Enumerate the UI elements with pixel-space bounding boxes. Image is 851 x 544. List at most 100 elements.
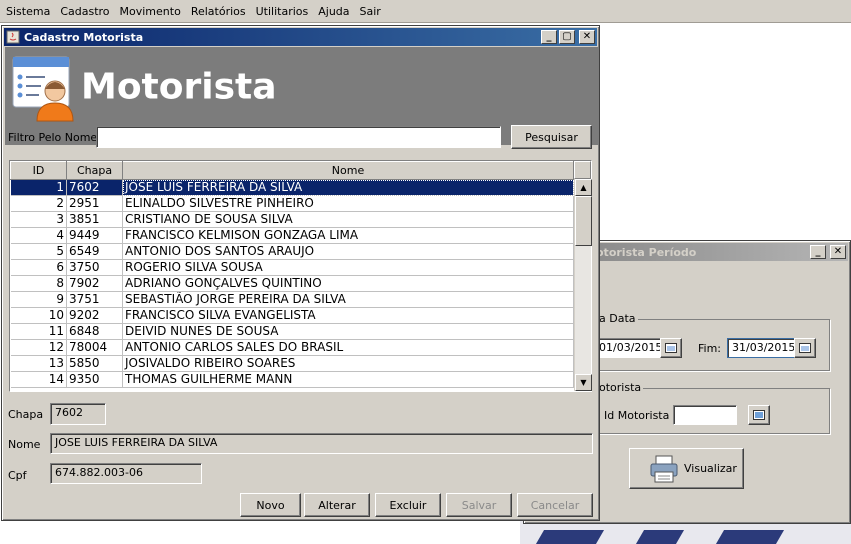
table-row[interactable]: 12 78004 ANTONIO CARLOS SALES DO BRASIL [10,339,574,356]
cell-nome[interactable]: ANTONIO DOS SANTOS ARAUJO [122,243,574,260]
menu-cadastro[interactable]: Cadastro [55,0,114,23]
menu-utilitarios[interactable]: Utilitarios [251,0,314,23]
excluir-button[interactable]: Excluir [375,493,441,517]
calendar-icon [665,343,677,353]
scroll-up-button[interactable]: ▲ [575,179,592,196]
table-row[interactable]: 2 2951 ELINALDO SILVESTRE PINHEIRO [10,195,574,212]
cell-id[interactable]: 5 [10,243,67,260]
cell-chapa[interactable]: 5850 [66,355,123,372]
cpf-field[interactable]: 674.882.003-06 [50,463,202,484]
cell-id[interactable]: 12 [10,339,67,356]
cell-chapa[interactable]: 3851 [66,211,123,228]
cell-nome[interactable]: ANTONIO CARLOS SALES DO BRASIL [122,339,574,356]
cell-chapa[interactable]: 78004 [66,339,123,356]
alterar-button[interactable]: Alterar [304,493,370,517]
cell-chapa[interactable]: 3751 [66,291,123,308]
visualizar-button[interactable]: Visualizar [629,448,744,489]
table-row[interactable]: 8 7902 ADRIANO GONÇALVES QUINTINO [10,275,574,292]
menu-movimento[interactable]: Movimento [115,0,186,23]
cell-id[interactable]: 9 [10,291,67,308]
cell-id[interactable]: 13 [10,355,67,372]
cell-id[interactable]: 2 [10,195,67,212]
cell-nome[interactable]: THOMAS GUILHERME MANN [122,371,574,388]
table-vertical-scrollbar[interactable]: ▲ ▼ [574,179,592,391]
menu-ajuda[interactable]: Ajuda [313,0,354,23]
chapa-field[interactable]: 7602 [50,403,106,425]
cadastro-motorista-titlebar[interactable]: Cadastro Motorista _ ▢ ✕ [4,28,597,46]
end-date-picker-button[interactable] [794,338,816,358]
table-row[interactable]: 9 3751 SEBASTIÃO JORGE PEREIRA DA SILVA [10,291,574,308]
filter-label: Filtro Pelo Nome [8,131,98,144]
start-date-field[interactable]: 01/03/2015 [596,338,662,358]
menu-relatorios[interactable]: Relatórios [186,0,251,23]
minimize-button[interactable]: _ [810,245,826,259]
page-title: Motorista [81,66,277,108]
cell-chapa[interactable]: 2951 [66,195,123,212]
cell-id[interactable]: 11 [10,323,67,340]
start-date-picker-button[interactable] [660,338,682,358]
cell-id[interactable]: 10 [10,307,67,324]
table-row[interactable]: 13 5850 JOSIVALDO RIBEIRO SOARES [10,355,574,372]
nome-field[interactable]: JOSE LUIS FERREIRA DA SILVA [50,433,593,454]
cell-nome[interactable]: JOSIVALDO RIBEIRO SOARES [122,355,574,372]
cell-nome[interactable]: ADRIANO GONÇALVES QUINTINO [122,275,574,292]
column-header-id[interactable]: ID [10,161,67,180]
menu-sair[interactable]: Sair [355,0,386,23]
cell-id[interactable]: 4 [10,227,67,244]
cell-nome[interactable]: FRANCISCO KELMISON GONZAGA LIMA [122,227,574,244]
cell-chapa[interactable]: 7602 [66,179,123,196]
table-row[interactable]: 5 6549 ANTONIO DOS SANTOS ARAUJO [10,243,574,260]
scroll-down-button[interactable]: ▼ [575,374,592,391]
menu-sistema[interactable]: Sistema [1,0,55,23]
table-row[interactable]: 4 9449 FRANCISCO KELMISON GONZAGA LIMA [10,227,574,244]
cell-nome[interactable]: FRANCISCO SILVA EVANGELISTA [122,307,574,324]
table-row[interactable]: 6 3750 ROGERIO SILVA SOUSA [10,259,574,276]
table-row[interactable]: 11 6848 DEIVID NUNES DE SOUSA [10,323,574,340]
close-button[interactable]: ✕ [830,245,846,259]
table-row[interactable]: 3 3851 CRISTIANO DE SOUSA SILVA [10,211,574,228]
end-date-field[interactable]: 31/03/2015 [727,338,795,358]
nome-label: Nome [8,438,41,451]
cell-id[interactable]: 6 [10,259,67,276]
table-row[interactable]: 14 9350 THOMAS GUILHERME MANN [10,371,574,388]
cell-nome[interactable]: JOSE LUIS FERREIRA DA SILVA [122,179,574,196]
salvar-button[interactable]: Salvar [446,493,512,517]
id-motorista-field[interactable] [673,405,737,425]
cell-id[interactable]: 8 [10,275,67,292]
table-row[interactable]: 10 9202 FRANCISCO SILVA EVANGELISTA [10,307,574,324]
cell-nome[interactable]: SEBASTIÃO JORGE PEREIRA DA SILVA [122,291,574,308]
cell-chapa[interactable]: 3750 [66,259,123,276]
cell-chapa[interactable]: 7902 [66,275,123,292]
visualizar-label: Visualizar [684,462,737,475]
id-motorista-lookup-button[interactable] [748,405,770,425]
close-button[interactable]: ✕ [579,30,595,44]
cell-chapa[interactable]: 6549 [66,243,123,260]
cell-nome[interactable]: ELINALDO SILVESTRE PINHEIRO [122,195,574,212]
cell-id[interactable]: 3 [10,211,67,228]
cell-chapa[interactable]: 9449 [66,227,123,244]
search-button[interactable]: Pesquisar [511,125,592,149]
cell-nome[interactable]: DEIVID NUNES DE SOUSA [122,323,574,340]
filter-input[interactable] [96,126,501,148]
novo-button[interactable]: Novo [240,493,301,517]
table-header-row: ID Chapa Nome [10,161,574,180]
cell-id[interactable]: 14 [10,371,67,388]
cell-chapa[interactable]: 9202 [66,307,123,324]
cell-chapa[interactable]: 9350 [66,371,123,388]
cancelar-button[interactable]: Cancelar [517,493,593,517]
cell-nome[interactable]: ROGERIO SILVA SOUSA [122,259,574,276]
driver-group-title: otorista [597,381,644,394]
cell-chapa[interactable]: 6848 [66,323,123,340]
table-body: 1 7602 JOSE LUIS FERREIRA DA SILVA 2 2951 ELI… [10,179,574,388]
column-header-nome[interactable]: Nome [122,161,574,180]
minimize-button[interactable]: _ [541,30,557,44]
drivers-table[interactable]: ID Chapa Nome 1 7602 JOSE LUIS FERREIRA DA… [9,160,592,392]
cell-nome[interactable]: CRISTIANO DE SOUSA SILVA [122,211,574,228]
maximize-button[interactable]: ▢ [559,30,575,44]
java-app-icon [6,30,20,44]
column-header-chapa[interactable]: Chapa [66,161,123,180]
scroll-thumb[interactable] [575,196,592,246]
table-row[interactable]: 1 7602 JOSE LUIS FERREIRA DA SILVA [10,179,574,196]
wallpaper-stripe [715,530,785,544]
cell-id[interactable]: 1 [10,179,67,196]
